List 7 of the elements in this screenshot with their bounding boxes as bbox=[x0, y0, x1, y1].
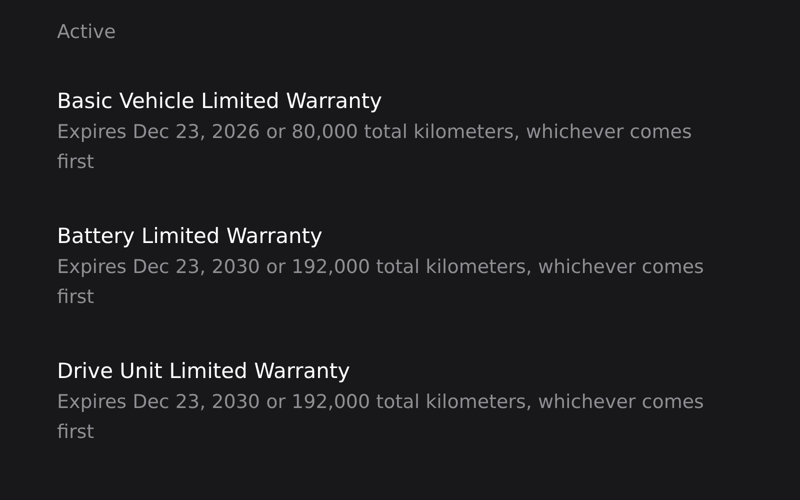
warranty-title: Battery Limited Warranty bbox=[57, 223, 322, 250]
warranty-title: Basic Vehicle Limited Warranty bbox=[57, 88, 382, 115]
warranty-detail: Expires Dec 23, 2030 or 192,000 total kilometers, whichever comes first bbox=[57, 390, 705, 445]
warranty-detail: Expires Dec 23, 2026 or 80,000 total kilometers, whichever comes first bbox=[57, 120, 693, 175]
section-title: Active bbox=[57, 20, 116, 45]
warranty-title: Drive Unit Limited Warranty bbox=[57, 358, 350, 385]
warranty-detail: Expires Dec 23, 2030 or 192,000 total kilometers, whichever comes first bbox=[57, 255, 705, 310]
